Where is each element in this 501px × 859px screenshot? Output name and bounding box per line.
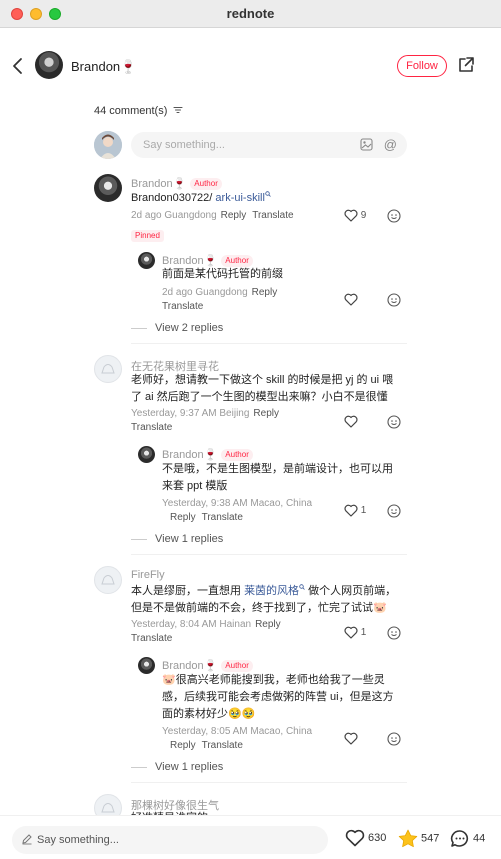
note-like-count: 630 — [368, 831, 387, 844]
emoji-react-icon[interactable] — [387, 293, 401, 307]
window-title: rednote — [226, 6, 275, 21]
pinned-badge: Pinned — [131, 230, 164, 242]
translate-button[interactable]: Translate — [162, 301, 203, 312]
comment-author[interactable]: Brandon🍷 Author — [131, 177, 222, 190]
translate-button[interactable]: Translate — [202, 512, 243, 523]
reply-text: 🐷很高兴老师能搜到我，老师也给我了一些灵感，后续我可能会考虑做粥的阵营 ui，但… — [162, 674, 394, 720]
translate-button[interactable]: Translate — [252, 210, 293, 221]
heart-icon — [344, 415, 358, 428]
author-tag: Author — [190, 178, 222, 190]
like-button[interactable]: 1 — [344, 504, 366, 517]
title-bar: rednote — [0, 0, 501, 28]
comment-link[interactable]: ark-ui-skill — [215, 192, 265, 204]
author-avatar[interactable] — [35, 51, 63, 79]
comment-avatar[interactable] — [94, 566, 122, 594]
comment-author[interactable]: FireFly — [131, 569, 165, 581]
heart-icon — [344, 293, 358, 306]
my-avatar — [94, 131, 122, 159]
comment-avatar[interactable] — [94, 174, 122, 202]
like-count: 1 — [360, 627, 367, 639]
reply-button[interactable]: Reply — [255, 619, 281, 630]
reply-avatar[interactable] — [138, 446, 155, 463]
view-replies-link[interactable]: View 2 replies — [131, 322, 223, 334]
bottom-input-placeholder: Say something... — [37, 834, 119, 846]
author-tag: Author — [221, 660, 253, 672]
reply-button[interactable]: Reply — [170, 512, 196, 523]
comment-input[interactable]: Say something... @ — [131, 132, 407, 158]
emoji-react-icon[interactable] — [387, 626, 401, 640]
comment-count-label: 44 comment(s) — [94, 105, 168, 117]
note-header: Brandon🍷 Follow — [0, 28, 501, 106]
reply-button[interactable]: Reply — [253, 408, 279, 419]
translate-button[interactable]: Translate — [131, 633, 172, 644]
view-replies-link[interactable]: View 1 replies — [131, 533, 223, 545]
heart-icon — [345, 829, 365, 847]
comment-input-placeholder: Say something... — [143, 139, 225, 151]
reply-text: 不是哦，不是生图模型，是前端设计，也可以用来套 ppt 模版 — [162, 463, 393, 492]
note-comment-count: 44 — [473, 832, 486, 845]
mention-icon[interactable]: @ — [384, 137, 397, 152]
comment-divider — [131, 782, 407, 783]
back-arrow-icon[interactable] — [10, 56, 26, 76]
reply-button[interactable]: Reply — [221, 210, 247, 221]
like-button[interactable] — [344, 293, 358, 306]
view-replies-link[interactable]: View 1 replies — [131, 761, 223, 773]
author-tag: Author — [221, 449, 253, 461]
like-count: 1 — [360, 505, 367, 517]
pencil-icon — [22, 834, 32, 845]
emoji-react-icon[interactable] — [387, 209, 401, 223]
comment-text: 老师好，想请教一下做这个 skill 的时候是把 yj 的 ui 喂了 ai 然… — [131, 374, 394, 403]
share-icon[interactable] — [457, 56, 475, 74]
comment-divider — [131, 343, 407, 344]
comment-meta: Yesterday, 8:04 AM Hainan Reply Translate — [131, 619, 281, 644]
bottom-comment-input[interactable]: Say something... — [12, 826, 328, 854]
search-icon — [265, 191, 271, 197]
note-collect-count: 547 — [421, 832, 440, 845]
heart-icon — [344, 209, 358, 222]
comment-bubble-icon — [450, 830, 469, 847]
emoji-react-icon[interactable] — [387, 732, 401, 746]
heart-icon — [344, 732, 358, 745]
comment-text: Brandon030722/ ark-ui-skill — [131, 190, 401, 207]
reply-text: 前面是某代码托管的前缀 — [162, 268, 283, 280]
reply-button[interactable]: Reply — [170, 740, 196, 751]
comment-text: 本人是缪厨，一直想用 莱茵的风格 做个人网页前端，但是不是做前端的不会，终于找到… — [131, 584, 397, 614]
like-button[interactable] — [344, 732, 358, 745]
comment-link[interactable]: 莱茵的风格 — [244, 585, 299, 597]
heart-icon — [344, 626, 358, 639]
note-like-button[interactable]: 630 — [345, 829, 386, 847]
author-name[interactable]: Brandon🍷 — [71, 59, 136, 75]
comment-divider — [131, 554, 407, 555]
comment-meta: Yesterday, 9:37 AM Beijing Reply Translate — [131, 408, 279, 433]
reply-meta: 2d ago Guangdong Reply Translate — [162, 287, 278, 312]
emoji-react-icon[interactable] — [387, 504, 401, 518]
bottom-action-bar: Say something... 630 547 44 — [0, 815, 501, 859]
follow-button[interactable]: Follow — [397, 55, 447, 77]
like-button[interactable]: 9 — [344, 209, 366, 222]
comment-meta: 2d ago Guangdong Reply Translate — [131, 210, 294, 221]
translate-button[interactable]: Translate — [202, 740, 243, 751]
note-collect-button[interactable]: 547 — [398, 829, 439, 848]
translate-button[interactable]: Translate — [131, 422, 172, 433]
reply-meta: Yesterday, 8:05 AM Macao, China Reply Tran… — [162, 726, 313, 751]
comment-count: 44 comment(s) — [94, 105, 183, 117]
star-icon — [398, 829, 418, 848]
image-icon[interactable] — [360, 138, 373, 151]
reply-button[interactable]: Reply — [252, 287, 278, 298]
like-button[interactable] — [344, 415, 358, 428]
comment-avatar[interactable] — [94, 355, 122, 383]
search-icon — [299, 584, 305, 590]
reply-author[interactable]: Brandon🍷 Author — [162, 659, 253, 672]
reply-author[interactable]: Brandon🍷 Author — [162, 448, 253, 461]
heart-icon — [344, 504, 358, 517]
sort-icon[interactable] — [173, 106, 183, 114]
like-count: 9 — [360, 210, 367, 222]
reply-avatar[interactable] — [138, 252, 155, 269]
reply-meta: Yesterday, 9:38 AM Macao, China Reply Tran… — [162, 498, 313, 523]
note-comment-button[interactable]: 44 — [450, 829, 485, 848]
emoji-react-icon[interactable] — [387, 415, 401, 429]
like-button[interactable]: 1 — [344, 626, 366, 639]
reply-avatar[interactable] — [138, 657, 155, 674]
